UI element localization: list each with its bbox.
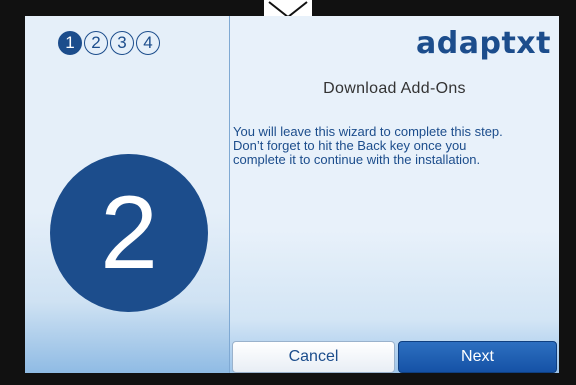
device-frame-left [0, 0, 25, 385]
step-2: 2 [84, 31, 108, 55]
cancel-button[interactable]: Cancel [232, 341, 395, 373]
device-frame-bottom [0, 373, 576, 385]
message-line: You will leave this wizard to complete t… [233, 124, 503, 139]
step-3: 3 [110, 31, 134, 55]
step-indicator: 1 2 3 4 [58, 31, 160, 59]
wizard-content-panel: adaptxt Download Add-Ons You will leave … [230, 16, 559, 373]
message-line: Don’t forget to hit the Back key once yo… [233, 138, 467, 153]
device-frame-right [559, 0, 576, 385]
page-title: Download Add-Ons [323, 80, 466, 97]
current-step-number: 2 [50, 154, 208, 312]
step-1: 1 [58, 31, 82, 55]
step-4: 4 [136, 31, 160, 55]
adaptxt-logo: adaptxt [416, 26, 551, 61]
wizard-left-panel: 1 2 3 4 2 [25, 16, 230, 373]
instruction-message: You will leave this wizard to complete t… [233, 125, 555, 167]
wizard-screen: 1 2 3 4 2 adaptxt Download Add-Ons You w… [25, 16, 559, 373]
next-button[interactable]: Next [398, 341, 557, 373]
message-line: complete it to continue with the install… [233, 152, 481, 167]
